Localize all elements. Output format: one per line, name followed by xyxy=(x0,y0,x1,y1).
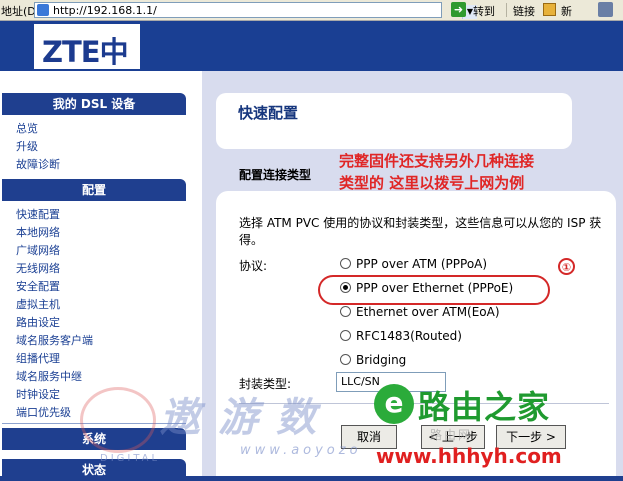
radio-label: Ethernet over ATM(EoA) xyxy=(356,305,500,319)
sidebar-item-lan[interactable]: 本地网络 xyxy=(16,224,60,242)
radio-label: PPP over ATM (PPPoA) xyxy=(356,257,488,271)
page-title: 快速配置 xyxy=(238,104,299,122)
folder-icon xyxy=(543,3,556,16)
description-text: 选择 ATM PVC 使用的协议和封装类型，这些信息可以从您的 ISP 获得。 xyxy=(239,216,602,247)
sidebar-item-diagnostics[interactable]: 故障诊断 xyxy=(16,156,60,174)
brand-ghost-text: 路由网 xyxy=(430,428,473,442)
watermark-logo-shape xyxy=(80,387,156,453)
sidebar-item-dns-client[interactable]: 域名服务客户端 xyxy=(16,332,93,350)
annotation-text: 完整固件还支持另外几种连接 类型的 这里以拨号上网为例 xyxy=(339,150,534,194)
go-label: 转到 xyxy=(473,5,495,18)
go-button[interactable]: ➜ 转到 xyxy=(451,2,503,18)
radio-button[interactable] xyxy=(340,306,351,317)
sidebar-item-virtual-host[interactable]: 虚拟主机 xyxy=(16,296,60,314)
section-heading: 配置连接类型 xyxy=(239,168,312,182)
watermark-brand: e 路由之家 路由网 www.hhhyh.com xyxy=(372,380,623,476)
radio-bridging[interactable]: Bridging xyxy=(340,351,406,369)
brand-name: 路由之家 xyxy=(418,388,551,426)
toolbar-icon[interactable] xyxy=(598,2,613,17)
sidebar-item-security[interactable]: 安全配置 xyxy=(16,278,60,296)
watermark-text: 遨游数 xyxy=(160,395,334,441)
zte-logo: ZTE中兴 xyxy=(34,24,140,111)
radio-button[interactable] xyxy=(340,330,351,341)
radio-button[interactable] xyxy=(340,258,351,269)
radio-rfc1483[interactable]: RFC1483(Routed) xyxy=(340,327,462,345)
page-icon xyxy=(37,4,49,16)
sidebar-item-wan[interactable]: 广域网络 xyxy=(16,242,60,260)
toolbar-separator xyxy=(506,3,507,17)
address-url: http://192.168.1.1/ xyxy=(53,4,157,17)
protocol-label: 协议: xyxy=(239,259,268,273)
highlight-ellipse xyxy=(318,275,550,305)
title-box: 快速配置 xyxy=(216,93,572,149)
radio-eoa[interactable]: Ethernet over ATM(EoA) xyxy=(340,303,500,321)
sidebar-item-multicast[interactable]: 组播代理 xyxy=(16,350,60,368)
links-button[interactable]: 链接 xyxy=(513,3,535,19)
radio-pppoa[interactable]: PPP over ATM (PPPoA) xyxy=(340,255,487,273)
radio-button[interactable] xyxy=(340,354,351,365)
annotation-line-1: 完整固件还支持另外几种连接 xyxy=(339,152,535,170)
step-marker: ① xyxy=(558,258,575,275)
radio-label: Bridging xyxy=(356,353,407,367)
sidebar-item-dns-relay[interactable]: 域名服务中继 xyxy=(16,368,82,386)
brand-e-icon: e xyxy=(374,384,414,424)
sidebar-item-upgrade[interactable]: 升级 xyxy=(16,138,38,156)
radio-label: RFC1483(Routed) xyxy=(356,329,462,343)
address-input[interactable]: http://192.168.1.1/ ▼ xyxy=(34,2,477,19)
watermark-url: www.aoyozo xyxy=(240,443,362,458)
sidebar-item-routing[interactable]: 路由设定 xyxy=(16,314,60,332)
sidebar-section-my-dsl[interactable]: 我的 DSL 设备 xyxy=(2,93,186,115)
watermark-digital: DIGITAL xyxy=(100,453,161,464)
go-arrow-icon: ➜ xyxy=(451,2,466,17)
sidebar-item-wireless[interactable]: 无线网络 xyxy=(16,260,60,278)
sidebar-item-port-priority[interactable]: 端口优先级 xyxy=(16,404,71,422)
sidebar-item-quick-config[interactable]: 快速配置 xyxy=(16,206,60,224)
sidebar-item-clock[interactable]: 时钟设定 xyxy=(16,386,60,404)
address-bar: 地址(D) http://192.168.1.1/ ▼ ➜ 转到 链接 新浪 xyxy=(0,0,623,34)
brand-site: www.hhhyh.com xyxy=(376,444,562,468)
sidebar-section-config[interactable]: 配置 xyxy=(2,179,186,201)
sidebar-item-overview[interactable]: 总览 xyxy=(16,120,38,138)
